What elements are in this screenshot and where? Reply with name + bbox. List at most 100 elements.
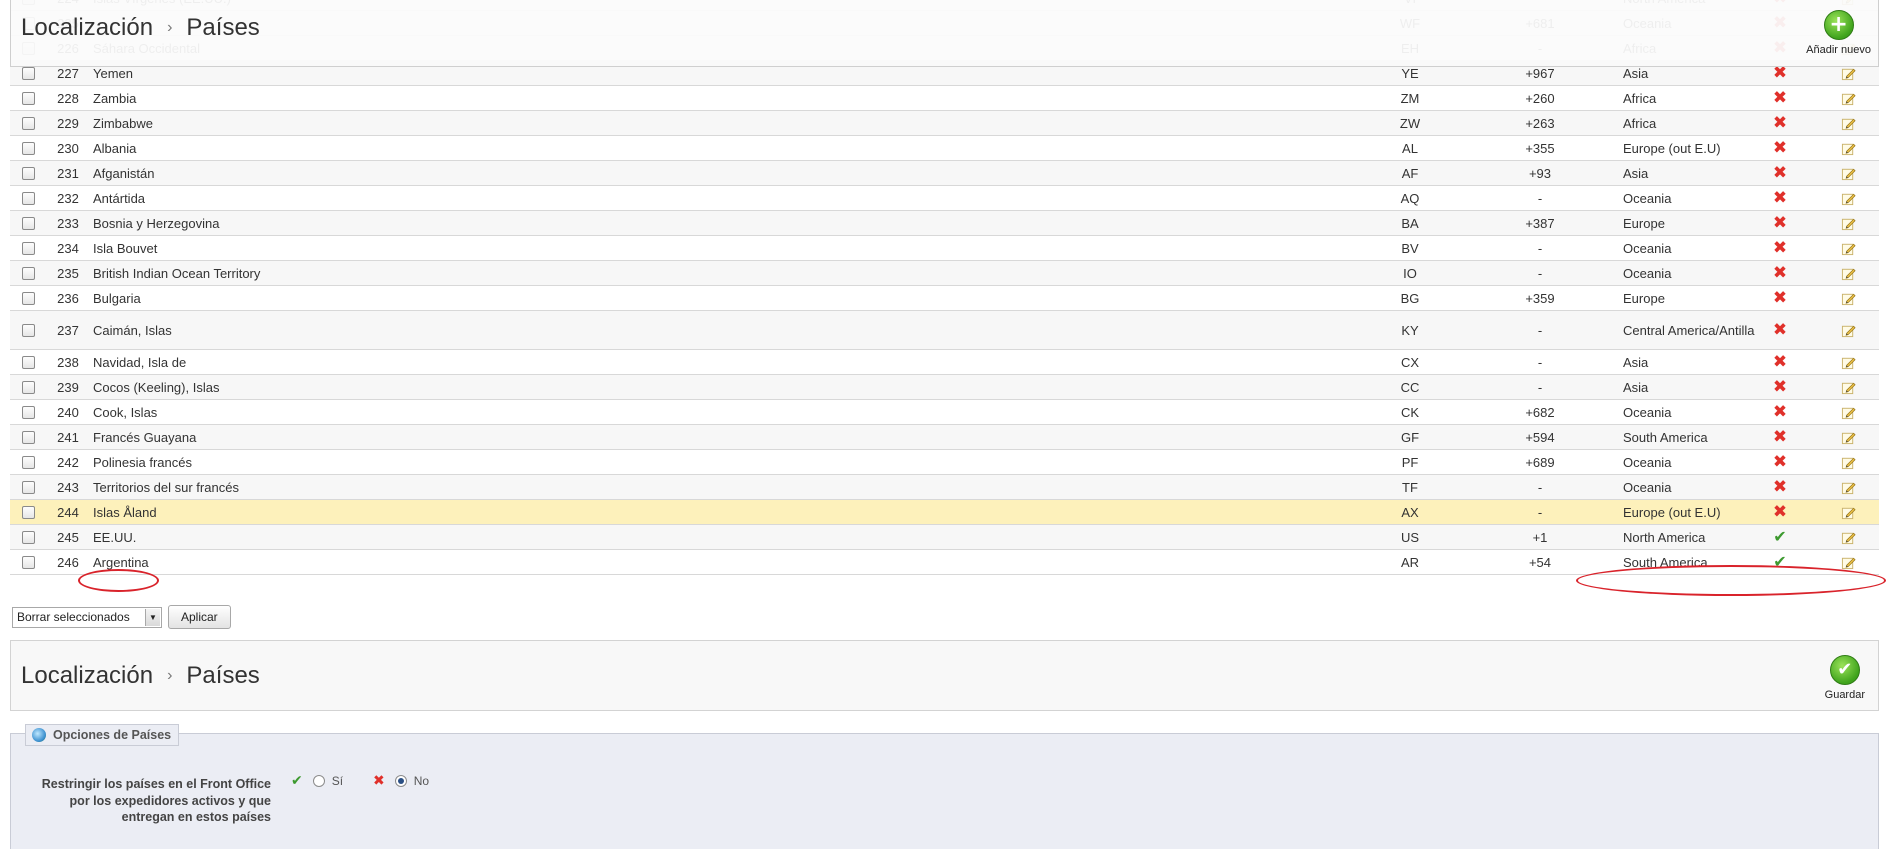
row-checkbox[interactable] bbox=[21, 480, 35, 494]
row-checkbox[interactable] bbox=[21, 91, 35, 105]
country-status[interactable]: ✖ bbox=[1768, 475, 1792, 499]
row-checkbox[interactable] bbox=[21, 291, 35, 305]
country-status[interactable]: ✖ bbox=[1768, 136, 1792, 160]
country-status[interactable]: ✖ bbox=[1768, 286, 1792, 310]
row-checkbox[interactable] bbox=[21, 380, 35, 394]
pencil-edit-icon[interactable] bbox=[1841, 430, 1856, 445]
red-x-icon[interactable]: ✖ bbox=[1773, 139, 1787, 157]
pencil-edit-icon[interactable] bbox=[1841, 116, 1856, 131]
breadcrumb-localizacion-2[interactable]: Localización bbox=[21, 662, 153, 690]
pencil-edit-icon[interactable] bbox=[1841, 241, 1856, 256]
row-checkbox[interactable] bbox=[21, 455, 35, 469]
restrict-yes-radio[interactable] bbox=[312, 775, 325, 787]
pencil-edit-icon[interactable] bbox=[1841, 355, 1856, 370]
table-row[interactable]: 232 Antártida AQ - Oceania ✖ bbox=[10, 186, 1879, 211]
row-checkbox[interactable] bbox=[21, 530, 35, 544]
row-checkbox[interactable] bbox=[21, 355, 35, 369]
table-row[interactable]: 237 Caimán, Islas KY - Central America/Antil… bbox=[10, 311, 1879, 350]
restrict-no-option[interactable]: ✖ No bbox=[373, 774, 429, 788]
row-checkbox[interactable] bbox=[21, 323, 35, 337]
table-row[interactable]: 244 Islas Åland AX - Europe (out E.U) ✖ bbox=[10, 500, 1879, 525]
save-button[interactable]: ✔ Guardar bbox=[1825, 655, 1865, 701]
table-row[interactable]: 238 Navidad, Isla de CX - Asia ✖ bbox=[10, 350, 1879, 375]
red-x-icon[interactable]: ✖ bbox=[1773, 239, 1787, 257]
row-checkbox[interactable] bbox=[21, 141, 35, 155]
row-checkbox[interactable] bbox=[21, 191, 35, 205]
row-checkbox[interactable] bbox=[21, 430, 35, 444]
pencil-edit-icon[interactable] bbox=[1841, 291, 1856, 306]
red-x-icon[interactable]: ✖ bbox=[1773, 321, 1787, 339]
red-x-icon[interactable]: ✖ bbox=[1773, 214, 1787, 232]
pencil-edit-icon[interactable] bbox=[1841, 191, 1856, 206]
row-checkbox[interactable] bbox=[21, 241, 35, 255]
row-checkbox[interactable] bbox=[21, 116, 35, 130]
pencil-edit-icon[interactable] bbox=[1841, 323, 1856, 338]
table-row[interactable]: 241 Francés Guayana GF +594 South America ✖ bbox=[10, 425, 1879, 450]
table-row[interactable]: 230 Albania AL +355 Europe (out E.U) ✖ bbox=[10, 136, 1879, 161]
red-x-icon[interactable]: ✖ bbox=[1773, 503, 1787, 521]
row-checkbox[interactable] bbox=[21, 66, 35, 80]
green-check-icon[interactable]: ✔ bbox=[1773, 529, 1786, 545]
country-status[interactable]: ✖ bbox=[1768, 425, 1792, 449]
country-status[interactable]: ✔ bbox=[1768, 550, 1792, 574]
pencil-edit-icon[interactable] bbox=[1841, 530, 1856, 545]
table-row[interactable]: 243 Territorios del sur francés TF - Oceania… bbox=[10, 475, 1879, 500]
table-row[interactable]: 242 Polinesia francés PF +689 Oceania ✖ bbox=[10, 450, 1879, 475]
row-checkbox[interactable] bbox=[21, 166, 35, 180]
red-x-icon[interactable]: ✖ bbox=[1773, 378, 1787, 396]
row-checkbox[interactable] bbox=[21, 555, 35, 569]
breadcrumb-localizacion[interactable]: Localización bbox=[21, 14, 153, 42]
pencil-edit-icon[interactable] bbox=[1841, 505, 1856, 520]
bulk-action-select[interactable]: Borrar seleccionados ▼ bbox=[12, 606, 162, 628]
red-x-icon[interactable]: ✖ bbox=[1773, 289, 1787, 307]
restrict-no-radio[interactable] bbox=[394, 775, 407, 787]
table-row[interactable]: 245 EE.UU. US +1 North America ✔ bbox=[10, 525, 1879, 550]
country-status[interactable]: ✖ bbox=[1768, 111, 1792, 135]
table-row[interactable]: 246 Argentina AR +54 South America ✔ bbox=[10, 550, 1879, 575]
table-row[interactable]: 239 Cocos (Keeling), Islas CC - Asia ✖ bbox=[10, 375, 1879, 400]
add-new-button[interactable]: + Añadir nuevo bbox=[1806, 10, 1871, 56]
table-row[interactable]: 229 Zimbabwe ZW +263 Africa ✖ bbox=[10, 111, 1879, 136]
table-row[interactable]: 231 Afganistán AF +93 Asia ✖ bbox=[10, 161, 1879, 186]
red-x-icon[interactable]: ✖ bbox=[1773, 64, 1787, 82]
table-row[interactable]: 228 Zambia ZM +260 Africa ✖ bbox=[10, 86, 1879, 111]
green-check-icon[interactable]: ✔ bbox=[1773, 554, 1786, 570]
country-status[interactable]: ✖ bbox=[1768, 450, 1792, 474]
row-checkbox[interactable] bbox=[21, 405, 35, 419]
table-row[interactable]: 240 Cook, Islas CK +682 Oceania ✖ bbox=[10, 400, 1879, 425]
row-checkbox[interactable] bbox=[21, 505, 35, 519]
country-status[interactable]: ✖ bbox=[1768, 375, 1792, 399]
red-x-icon[interactable]: ✖ bbox=[1773, 428, 1787, 446]
red-x-icon[interactable]: ✖ bbox=[1773, 403, 1787, 421]
table-row[interactable]: 236 Bulgaria BG +359 Europe ✖ bbox=[10, 286, 1879, 311]
country-status[interactable]: ✖ bbox=[1768, 311, 1792, 349]
row-checkbox[interactable] bbox=[21, 266, 35, 280]
table-row[interactable]: 234 Isla Bouvet BV - Oceania ✖ bbox=[10, 236, 1879, 261]
country-status[interactable]: ✔ bbox=[1768, 525, 1792, 549]
pencil-edit-icon[interactable] bbox=[1841, 555, 1856, 570]
table-row[interactable]: 235 British Indian Ocean Territory IO - Ocea… bbox=[10, 261, 1879, 286]
row-checkbox[interactable] bbox=[21, 216, 35, 230]
pencil-edit-icon[interactable] bbox=[1841, 91, 1856, 106]
red-x-icon[interactable]: ✖ bbox=[1773, 164, 1787, 182]
country-status[interactable]: ✖ bbox=[1768, 350, 1792, 374]
pencil-edit-icon[interactable] bbox=[1841, 405, 1856, 420]
pencil-edit-icon[interactable] bbox=[1841, 380, 1856, 395]
red-x-icon[interactable]: ✖ bbox=[1773, 114, 1787, 132]
restrict-yes-option[interactable]: ✔ Sí bbox=[291, 774, 343, 788]
pencil-edit-icon[interactable] bbox=[1841, 166, 1856, 181]
pencil-edit-icon[interactable] bbox=[1841, 455, 1856, 470]
country-status[interactable]: ✖ bbox=[1768, 500, 1792, 524]
pencil-edit-icon[interactable] bbox=[1841, 480, 1856, 495]
red-x-icon[interactable]: ✖ bbox=[1773, 264, 1787, 282]
pencil-edit-icon[interactable] bbox=[1841, 141, 1856, 156]
red-x-icon[interactable]: ✖ bbox=[1773, 89, 1787, 107]
country-status[interactable]: ✖ bbox=[1768, 211, 1792, 235]
pencil-edit-icon[interactable] bbox=[1841, 266, 1856, 281]
country-status[interactable]: ✖ bbox=[1768, 161, 1792, 185]
red-x-icon[interactable]: ✖ bbox=[1773, 478, 1787, 496]
country-status[interactable]: ✖ bbox=[1768, 236, 1792, 260]
apply-button[interactable]: Aplicar bbox=[168, 605, 231, 629]
red-x-icon[interactable]: ✖ bbox=[1773, 353, 1787, 371]
red-x-icon[interactable]: ✖ bbox=[1773, 453, 1787, 471]
